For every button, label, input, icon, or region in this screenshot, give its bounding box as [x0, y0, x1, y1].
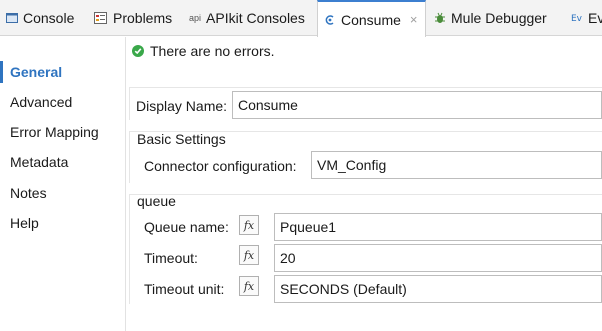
fx-expression-icon[interactable]: fx [239, 276, 259, 296]
nav-item-notes[interactable]: Notes [0, 178, 125, 208]
nav-item-help[interactable]: Help [0, 208, 125, 238]
api-icon: api [189, 13, 202, 23]
tab-events[interactable]: Ev Ev [565, 0, 602, 36]
tab-label: Mule Debugger [451, 10, 547, 26]
queue-name-field[interactable]: Pqueue1 [274, 213, 602, 241]
timeout-unit-label: Timeout unit: [144, 281, 225, 297]
basic-settings-title: Basic Settings [137, 131, 226, 147]
display-name-label: Display Name: [136, 98, 228, 114]
tab-mule-debugger[interactable]: Mule Debugger [428, 0, 553, 36]
check-circle-icon [132, 45, 144, 57]
svg-text:Ev: Ev [571, 14, 583, 24]
tab-label: APIkit Consoles [206, 10, 305, 26]
queue-section-title: queue [137, 193, 176, 209]
tab-label: Ev [588, 10, 602, 26]
properties-content: There are no errors. Display Name: Consu… [127, 37, 602, 331]
tab-consume[interactable]: Consume × [317, 0, 426, 37]
tab-label: Console [23, 10, 75, 26]
properties-nav: General Advanced Error Mapping Metadata … [0, 37, 126, 331]
nav-item-metadata[interactable]: Metadata [0, 147, 125, 177]
problems-icon [94, 12, 108, 24]
nav-item-error-mapping[interactable]: Error Mapping [0, 117, 125, 147]
status-text: There are no errors. [150, 43, 275, 59]
tab-apikit-consoles[interactable]: api APIkit Consoles [183, 0, 311, 36]
tab-label: Problems [113, 10, 173, 26]
nav-item-advanced[interactable]: Advanced [0, 87, 125, 117]
tab-label: Consume [341, 11, 401, 28]
display-name-field[interactable]: Consume [232, 91, 602, 119]
validation-status: There are no errors. [132, 43, 275, 59]
tab-console[interactable]: Console [0, 0, 80, 36]
timeout-unit-select[interactable]: SECONDS (Default) [274, 275, 602, 303]
connector-configuration-select[interactable]: VM_Config [311, 151, 602, 179]
debug-bug-icon [434, 12, 446, 24]
events-icon: Ev [571, 12, 583, 24]
close-icon[interactable]: × [410, 12, 418, 27]
fx-expression-icon[interactable]: fx [239, 215, 259, 235]
fx-expression-icon[interactable]: fx [239, 245, 259, 265]
console-icon [6, 12, 18, 24]
timeout-field[interactable]: 20 [274, 244, 602, 272]
consume-icon [324, 14, 336, 26]
tab-problems[interactable]: Problems [88, 0, 178, 36]
editor-tab-bar: Console Problems api APIkit Consoles Con… [0, 0, 602, 37]
connector-configuration-label: Connector configuration: [144, 158, 297, 174]
timeout-label: Timeout: [144, 250, 198, 266]
nav-item-general[interactable]: General [0, 57, 125, 87]
queue-name-label: Queue name: [144, 219, 229, 235]
